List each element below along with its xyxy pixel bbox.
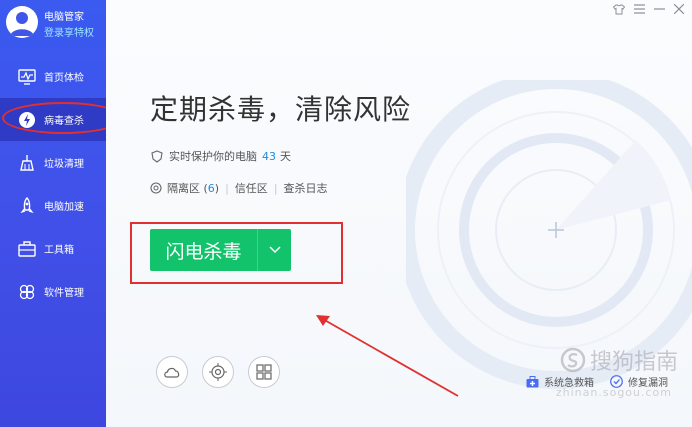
scan-links: 隔离区 (6) | 信任区 | 查杀日志: [150, 180, 328, 196]
sogou-logo-icon: [560, 347, 586, 373]
quarantine-icon: [150, 182, 162, 194]
chevron-down-icon: [268, 246, 281, 254]
grid-icon: [256, 364, 272, 380]
scan-log-link[interactable]: 查杀日志: [284, 180, 328, 196]
lightning-shield-icon: [18, 111, 36, 129]
sidebar-nav: 首页体检 病毒查杀 垃圾清理 电脑加速 工具箱 软件管理: [0, 55, 124, 313]
divider: |: [225, 181, 229, 195]
rocket-icon: [18, 196, 36, 215]
protection-text: 实时保护你的电脑: [169, 150, 257, 163]
menu-icon[interactable]: [632, 2, 646, 16]
broom-icon: [18, 154, 36, 172]
page-headline: 定期杀毒，清除风险: [150, 93, 412, 126]
watermark-text: 搜狗指南: [589, 350, 678, 375]
quarantine-count: 6: [207, 182, 215, 195]
repair-vulnerability-label: 修复漏洞: [628, 378, 668, 389]
scan-modules-button[interactable]: [248, 356, 280, 388]
repair-vulnerability-link[interactable]: 修复漏洞: [610, 374, 668, 389]
quarantine-link[interactable]: 隔离区 (6): [167, 180, 219, 196]
first-aid-kit-icon: [526, 375, 539, 387]
protection-unit: 天: [280, 150, 291, 163]
login-link[interactable]: 登录享特权: [44, 24, 94, 39]
cloud-icon: [164, 367, 180, 378]
sidebar-item-label: 电脑加速: [44, 202, 84, 213]
close-icon[interactable]: [672, 2, 686, 16]
sidebar-item-label: 工具箱: [44, 245, 74, 256]
user-silhouette-icon: [10, 12, 34, 36]
sidebar-item-software-manager[interactable]: 软件管理: [0, 270, 106, 313]
shield-icon: [151, 149, 163, 163]
flash-scan-button[interactable]: 闪电杀毒: [150, 229, 257, 271]
cloud-scan-button[interactable]: [156, 356, 188, 388]
sidebar-item-virus-scan[interactable]: 病毒查杀: [0, 98, 124, 141]
main-panel: 定期杀毒，清除风险 实时保护你的电脑 43 天 隔离区 (6) | 信任区 | …: [106, 0, 692, 427]
sidebar-item-junk-clean[interactable]: 垃圾清理: [0, 141, 106, 184]
user-panel[interactable]: 电脑管家 登录享特权: [6, 6, 104, 46]
system-rescue-label: 系统急救箱: [544, 378, 594, 389]
sidebar-item-label: 软件管理: [44, 288, 84, 299]
divider: |: [273, 181, 278, 195]
window-controls: [612, 2, 686, 16]
scan-options-dropdown[interactable]: [257, 229, 291, 271]
target-icon: [209, 363, 227, 381]
sidebar-item-home-check[interactable]: 首页体检: [0, 55, 106, 98]
protection-days: 43: [262, 149, 276, 163]
sidebar-item-label: 垃圾清理: [44, 159, 84, 170]
toolbox-icon: [18, 240, 36, 258]
scan-button-group: 闪电杀毒: [150, 229, 291, 271]
sidebar-item-label: 病毒查杀: [44, 116, 84, 127]
monitor-icon: [18, 68, 36, 86]
sidebar-item-speedup[interactable]: 电脑加速: [0, 184, 106, 227]
user-name: 电脑管家: [44, 12, 84, 23]
system-rescue-link[interactable]: 系统急救箱: [526, 374, 594, 389]
skin-icon[interactable]: [612, 2, 626, 16]
targeted-scan-button[interactable]: [202, 356, 234, 388]
minimize-icon[interactable]: [652, 2, 666, 16]
patch-icon: [610, 375, 623, 388]
bottom-tool-buttons: [156, 356, 280, 388]
bottom-right-tools: 系统急救箱 修复漏洞: [526, 374, 668, 389]
sidebar: 电脑管家 登录享特权 首页体检 病毒查杀 垃圾清理 电脑加速 工具箱 软件管理: [0, 0, 124, 427]
protection-status: 实时保护你的电脑 43 天: [150, 148, 291, 164]
puzzle-icon: [18, 283, 36, 301]
trust-zone-link[interactable]: 信任区: [235, 180, 268, 196]
sidebar-item-toolbox[interactable]: 工具箱: [0, 227, 106, 270]
sidebar-item-label: 首页体检: [44, 73, 84, 84]
avatar[interactable]: [6, 6, 38, 38]
watermark: 搜狗指南: [560, 344, 678, 376]
